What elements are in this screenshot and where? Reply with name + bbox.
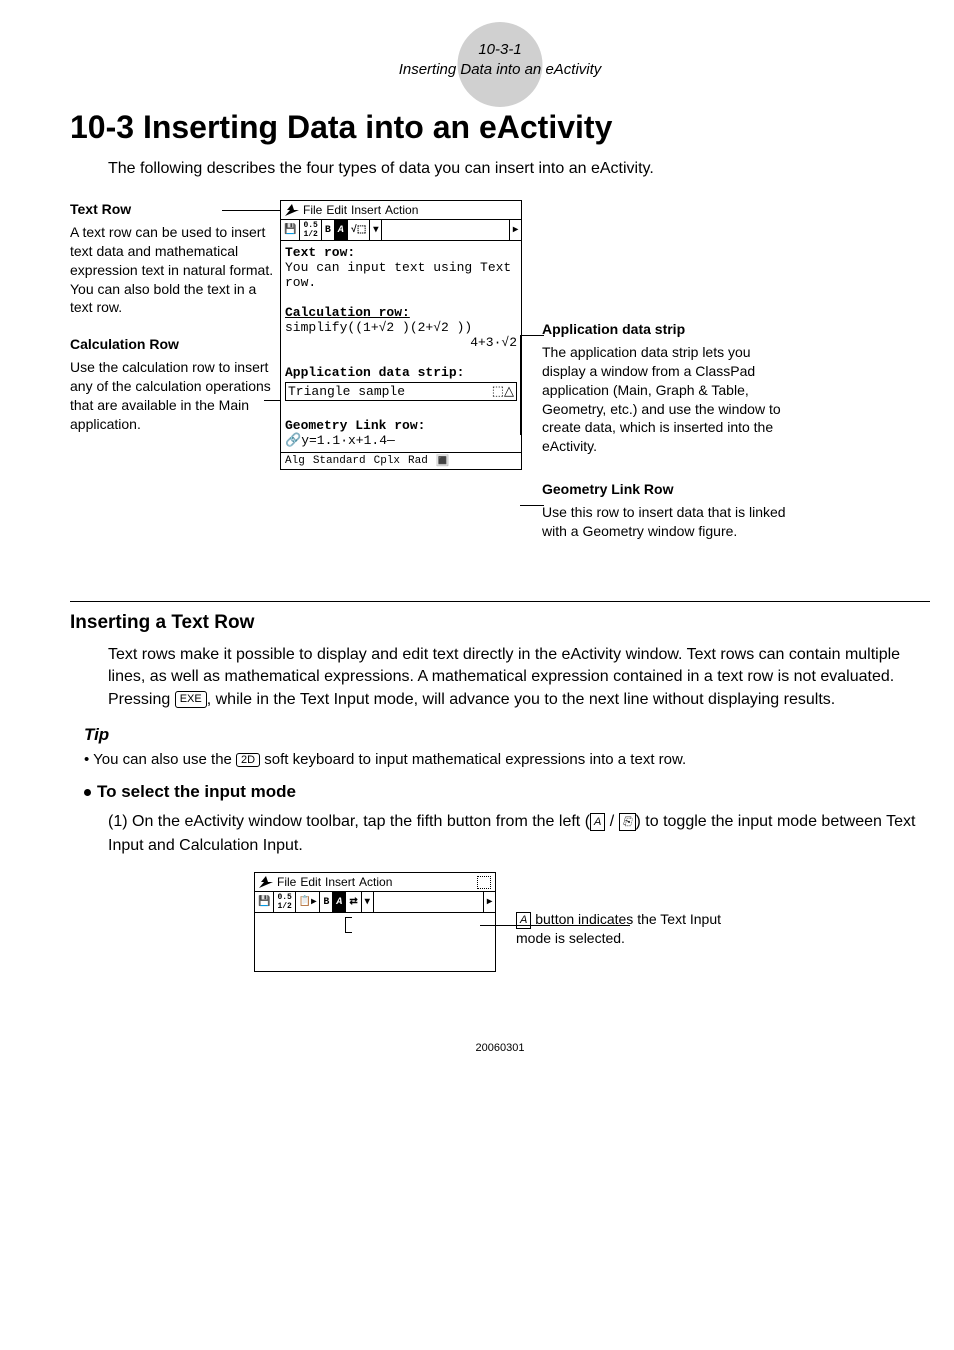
save-icon: 💾 <box>255 892 274 912</box>
menu-file: File <box>303 203 322 217</box>
menu-insert: Insert <box>351 203 381 217</box>
menu-action: Action <box>359 875 392 889</box>
menu-action: Action <box>385 203 418 217</box>
bold-icon: B <box>320 892 333 912</box>
status-rad: Rad <box>408 455 428 467</box>
fraction-icon: 0.51/2 <box>300 220 321 240</box>
calcrow-heading: Calculation Row <box>70 335 280 354</box>
geolink-heading: Geometry Link Row <box>542 480 792 499</box>
screen-app-strip-h: Application data strip: <box>285 365 517 380</box>
bold-icon: B <box>322 220 335 240</box>
screen-calc-row-body: simplify((1+√2 )(2+√2 )) <box>285 320 517 335</box>
text-mode-a-icon: A <box>590 813 605 832</box>
classpad-screen-1: File Edit Insert Action 💾 0.51/2 B A √⬚ … <box>280 200 522 470</box>
text-cursor <box>345 917 352 933</box>
tip-heading: Tip <box>84 725 930 745</box>
section-title: 10-3 Inserting Data into an eActivity <box>70 109 930 146</box>
geometry-icon: ⬚△ <box>492 384 514 399</box>
math-icon: √⬚ <box>348 220 370 240</box>
subsection-heading: To select the input mode <box>84 782 930 802</box>
page-header: 10-3-1 Inserting Data into an eActivity <box>70 40 930 79</box>
section2-heading: Inserting a Text Row <box>70 612 930 634</box>
casio-logo-icon <box>259 876 273 888</box>
textrow-desc: A text row can be used to insert text da… <box>70 223 280 317</box>
calcrow-desc: Use the calculation row to insert any of… <box>70 358 280 434</box>
text-mode-icon: A <box>335 220 348 240</box>
casio-logo-icon <box>285 204 299 216</box>
intro-text: The following describes the four types o… <box>108 160 930 178</box>
scroll-right-icon: ▸ <box>509 220 521 240</box>
appstrip-desc: The application data strip lets you disp… <box>542 343 792 456</box>
screen-text-row-h: Text row: <box>285 245 517 260</box>
menu-edit: Edit <box>300 875 321 889</box>
status-cplx: Cplx <box>374 455 400 467</box>
toolbar-2: 💾 0.51/2 📋▸ B A ⇄ ▾ ▸ <box>255 892 495 913</box>
footer-date: 20060301 <box>70 1042 930 1054</box>
dropdown-icon: ▾ <box>370 220 382 240</box>
menu-insert: Insert <box>325 875 355 889</box>
menu-edit: Edit <box>326 203 347 217</box>
header-subtitle: Inserting Data into an eActivity <box>70 60 930 80</box>
battery-icon: 🔳 <box>436 454 450 468</box>
text-mode-a-icon: A <box>516 912 531 929</box>
screen-text-row-body: You can input text using Text row. <box>285 260 517 290</box>
appstrip-heading: Application data strip <box>542 320 792 339</box>
window-icon <box>477 876 491 889</box>
screen2-note: A button indicates the Text Input mode i… <box>516 910 746 948</box>
header-page-number: 10-3-1 <box>70 40 930 60</box>
status-alg: Alg <box>285 455 305 467</box>
screen-app-strip-body: Triangle sample <box>288 384 405 399</box>
geolink-desc: Use this row to insert data that is link… <box>542 503 792 541</box>
scroll-right-icon: ▸ <box>483 892 495 912</box>
exe-key-icon: EXE <box>175 691 207 708</box>
save-icon: 💾 <box>281 220 300 240</box>
calc-mode-icon: ⎘ <box>619 813 636 832</box>
menu-file: File <box>277 875 296 889</box>
step-1: (1) On the eActivity window toolbar, tap… <box>108 810 930 858</box>
screen-geo-link-h: Geometry Link row: <box>285 418 517 433</box>
text-mode-icon: A <box>333 892 346 912</box>
classpad-screen-2: File Edit Insert Action 💾 0.51/2 📋▸ B A … <box>254 872 496 972</box>
dropdown-icon: ▾ <box>362 892 374 912</box>
screen-calc-row-h: Calculation row: <box>285 305 517 320</box>
section2-body: Text rows make it possible to display an… <box>108 644 930 711</box>
toolbar-1: 💾 0.51/2 B A √⬚ ▾ ▸ <box>281 220 521 241</box>
screen-calc-row-result: 4+3·√2 <box>285 335 517 350</box>
fraction-icon: 0.51/2 <box>274 892 295 912</box>
2d-key-icon: 2D <box>236 753 260 767</box>
link-icon: 🔗 <box>285 433 301 448</box>
paste-icon: 📋▸ <box>296 892 320 912</box>
arrow-icon: ⇄ <box>346 892 361 912</box>
status-standard: Standard <box>313 455 366 467</box>
tip-bullet: • You can also use the 2D soft keyboard … <box>84 751 930 768</box>
screen-geo-link-body: y=1.1·x+1.4 <box>301 433 387 448</box>
